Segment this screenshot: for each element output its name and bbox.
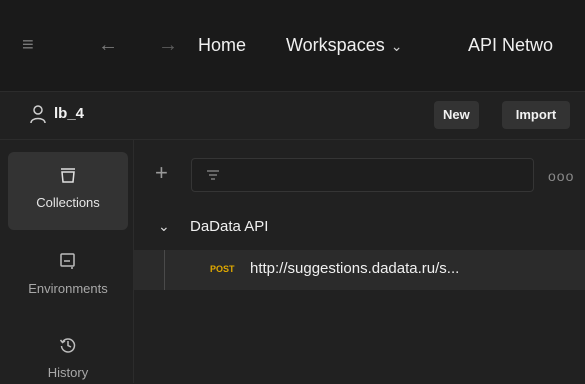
home-link[interactable]: Home — [198, 35, 246, 56]
filter-icon — [207, 170, 219, 180]
history-icon — [59, 338, 76, 353]
workspaces-label: Workspaces — [286, 35, 385, 55]
workspace-name[interactable]: lb_4 — [54, 105, 84, 122]
rail-label-environments: Environments — [28, 281, 108, 296]
plus-icon[interactable]: + — [155, 160, 168, 186]
tree-indent-line — [164, 250, 165, 290]
environments-icon — [60, 253, 75, 269]
import-button[interactable]: Import — [502, 101, 570, 129]
arrow-right-icon[interactable]: → — [158, 35, 178, 55]
arrow-left-icon[interactable]: ← — [98, 35, 118, 55]
api-network-link[interactable]: API Netwo — [468, 35, 553, 56]
top-navigation-bar: ≡ ← → Home Workspaces ⌄ API Netwo — [0, 0, 585, 92]
request-row[interactable]: POST http://suggestions.dadata.ru/s... — [134, 250, 585, 290]
workspaces-menu[interactable]: Workspaces ⌄ — [286, 35, 402, 56]
chevron-down-icon: ⌄ — [390, 38, 403, 54]
collection-name: DaData API — [190, 218, 269, 235]
more-icon[interactable]: ooo — [548, 168, 574, 184]
new-button[interactable]: New — [434, 101, 479, 129]
left-rail: Collections Environments History — [0, 140, 134, 383]
user-icon — [30, 105, 46, 124]
rail-label-collections: Collections — [36, 195, 100, 210]
workspace-header: lb_4 New Import — [0, 92, 585, 140]
search-input[interactable] — [191, 158, 534, 192]
collection-row[interactable]: ⌄ DaData API — [134, 212, 585, 244]
rail-label-history: History — [47, 365, 89, 380]
request-method-badge: POST — [210, 264, 235, 274]
rail-item-history[interactable]: History — [8, 324, 128, 384]
request-name: http://suggestions.dadata.ru/s... — [250, 260, 460, 277]
hamburger-icon[interactable]: ≡ — [22, 35, 34, 55]
collections-icon — [61, 168, 75, 183]
rail-item-environments[interactable]: Environments — [8, 240, 128, 310]
rail-item-collections[interactable]: Collections — [8, 152, 128, 230]
chevron-down-icon[interactable]: ⌄ — [158, 218, 170, 235]
